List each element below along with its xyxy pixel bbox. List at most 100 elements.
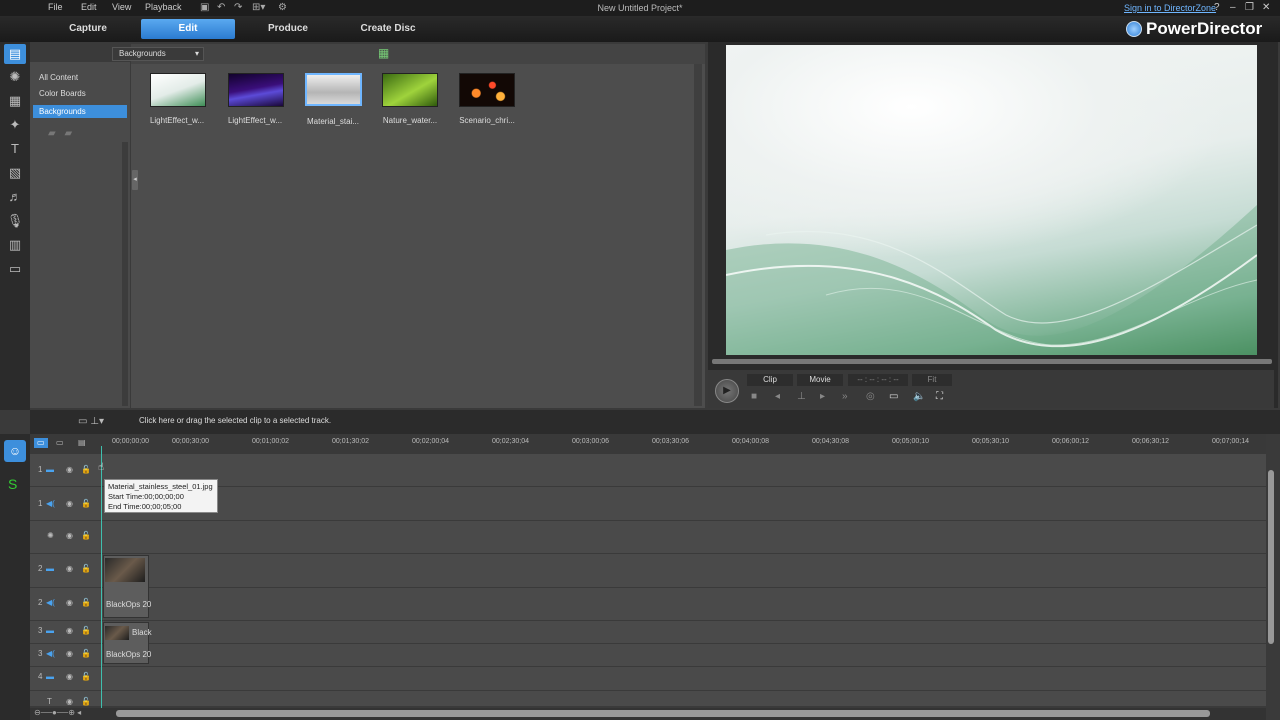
effect-room-icon[interactable]: ✺	[4, 67, 26, 87]
timeline-playhead[interactable]	[101, 446, 102, 708]
stop-icon[interactable]: ■	[751, 391, 757, 402]
effect-track-icon[interactable]: ✺	[47, 531, 54, 540]
lock-icon[interactable]: 🔓	[81, 564, 91, 573]
close-button[interactable]: ✕	[1262, 2, 1270, 13]
volume-icon[interactable]: 🔈	[913, 391, 925, 402]
timeline-zoom-slider[interactable]: ⊖──●──⊕ ◂	[34, 708, 81, 717]
storyboard-icon[interactable]: ▭	[56, 438, 64, 448]
menu-view[interactable]: View	[112, 2, 131, 12]
fast-forward-icon[interactable]: »	[842, 391, 848, 402]
tab-edit[interactable]: Edit	[141, 19, 235, 39]
grid-view-icon[interactable]: ▦	[378, 46, 389, 60]
title-track-icon[interactable]: T	[47, 697, 52, 706]
title-room-icon[interactable]: T	[4, 139, 26, 159]
timecode-display[interactable]: -- : -- : -- : --	[848, 374, 908, 386]
sign-in-link[interactable]: Sign in to DirectorZone	[1124, 3, 1216, 13]
menu-playback[interactable]: Playback	[145, 2, 182, 12]
media-room-icon[interactable]: ▤	[4, 44, 26, 64]
zoom-select[interactable]: Fit	[912, 374, 952, 386]
library-thumb-selected[interactable]	[305, 73, 362, 106]
lock-icon[interactable]: 🔓	[81, 672, 91, 681]
category-dropdown[interactable]: Backgrounds ▾	[112, 47, 204, 61]
remove-folder-icon[interactable]: ▰	[64, 128, 72, 139]
add-track-icon[interactable]: ▤	[78, 438, 86, 448]
voice-over-room-icon[interactable]: 🎙	[4, 211, 26, 231]
track-manager-icon[interactable]: ▭	[34, 438, 48, 448]
video-track-icon[interactable]: ▬	[46, 626, 54, 635]
collapse-handle[interactable]: ◂	[132, 170, 138, 190]
visibility-icon[interactable]: ◉	[66, 499, 73, 508]
undock-icon[interactable]: ⛶	[936, 391, 943, 402]
split-icon[interactable]: ⊥	[797, 391, 806, 402]
timeline-mode-icon[interactable]: ☺	[4, 440, 26, 462]
tree-item-backgrounds[interactable]: Backgrounds	[33, 105, 127, 118]
timeline-view-icon[interactable]: ▭ ⊥▾	[78, 416, 104, 427]
magic-tool-icon[interactable]: S	[8, 476, 17, 492]
video-track-icon[interactable]: ▬	[46, 672, 54, 681]
next-frame-icon[interactable]: ▸	[820, 391, 825, 402]
library-scrollbar[interactable]	[694, 64, 702, 406]
tab-create-disc[interactable]: Create Disc	[341, 19, 435, 39]
menu-edit[interactable]: Edit	[81, 2, 97, 12]
visibility-icon[interactable]: ◉	[66, 697, 73, 706]
preview-quality-icon[interactable]: ▭	[889, 391, 898, 402]
particle-room-icon[interactable]: ✦	[4, 115, 26, 135]
lock-icon[interactable]: 🔓	[81, 465, 91, 474]
help-button[interactable]: ?	[1214, 2, 1220, 13]
audio-track-icon[interactable]: ◀(	[46, 598, 55, 607]
visibility-icon[interactable]: ◉	[66, 465, 73, 474]
window-title: New Untitled Project*	[597, 3, 683, 13]
lock-icon[interactable]: 🔓	[81, 626, 91, 635]
transition-room-icon[interactable]: ▧	[4, 163, 26, 183]
timeline-vertical-scroll-thumb[interactable]	[1268, 470, 1274, 644]
tree-item-color-boards[interactable]: Color Boards	[33, 87, 127, 100]
aspect-ratio-icon[interactable]: ⊞▾	[252, 2, 265, 13]
visibility-icon[interactable]: ◉	[66, 598, 73, 607]
audio-track-icon[interactable]: ◀(	[46, 499, 55, 508]
save-icon[interactable]: ▣	[200, 2, 209, 13]
lock-icon[interactable]: 🔓	[81, 531, 91, 540]
clip-mode-button[interactable]: Clip	[747, 374, 793, 386]
visibility-icon[interactable]: ◉	[66, 626, 73, 635]
lock-icon[interactable]: 🔓	[81, 499, 91, 508]
timeline-horizontal-scroll-thumb[interactable]	[116, 710, 1210, 717]
track-separator	[30, 643, 1266, 644]
video-track-icon[interactable]: ▬	[46, 564, 54, 573]
lock-icon[interactable]: 🔓	[81, 598, 91, 607]
tab-produce[interactable]: Produce	[241, 19, 335, 39]
snapshot-icon[interactable]: ◎	[866, 391, 875, 402]
chapter-room-icon[interactable]: ▥	[4, 235, 26, 255]
subtitle-room-icon[interactable]: ▭	[4, 259, 26, 279]
library-thumb[interactable]	[228, 73, 284, 107]
lock-icon[interactable]: 🔓	[81, 649, 91, 658]
add-folder-icon[interactable]: ▰	[48, 128, 56, 139]
visibility-icon[interactable]: ◉	[66, 672, 73, 681]
timeline-clip[interactable]: BlackOps 20	[103, 555, 151, 618]
redo-icon[interactable]: ↷	[234, 2, 242, 13]
timeline-hint[interactable]: Click here or drag the selected clip to …	[139, 416, 331, 425]
tab-capture[interactable]: Capture	[41, 19, 135, 39]
visibility-icon[interactable]: ◉	[66, 564, 73, 573]
lock-icon[interactable]: 🔓	[81, 697, 91, 706]
maximize-button[interactable]: ❐	[1245, 2, 1254, 13]
pip-room-icon[interactable]: ▦	[4, 91, 26, 111]
undo-icon[interactable]: ↶	[217, 2, 225, 13]
audio-mixing-room-icon[interactable]: ♬	[4, 187, 26, 207]
audio-track-icon[interactable]: ◀(	[46, 649, 55, 658]
menu-file[interactable]: File	[48, 2, 63, 12]
library-thumb[interactable]	[382, 73, 438, 107]
tree-scrollbar[interactable]	[122, 142, 128, 406]
visibility-icon[interactable]: ◉	[66, 649, 73, 658]
tree-item-all-content[interactable]: All Content	[33, 71, 127, 84]
previous-frame-icon[interactable]: ◂	[775, 391, 780, 402]
settings-icon[interactable]: ⚙	[278, 2, 287, 13]
minimize-button[interactable]: –	[1230, 2, 1236, 13]
library-thumb[interactable]	[459, 73, 515, 107]
visibility-icon[interactable]: ◉	[66, 531, 73, 540]
library-thumb[interactable]	[150, 73, 206, 107]
timeline-clip[interactable]: Black BlackOps 20	[103, 622, 152, 664]
video-track-icon[interactable]: ▬	[46, 465, 54, 474]
preview-seek-bar[interactable]	[712, 359, 1272, 364]
play-button[interactable]: ▶	[715, 379, 739, 403]
movie-mode-button[interactable]: Movie	[797, 374, 843, 386]
